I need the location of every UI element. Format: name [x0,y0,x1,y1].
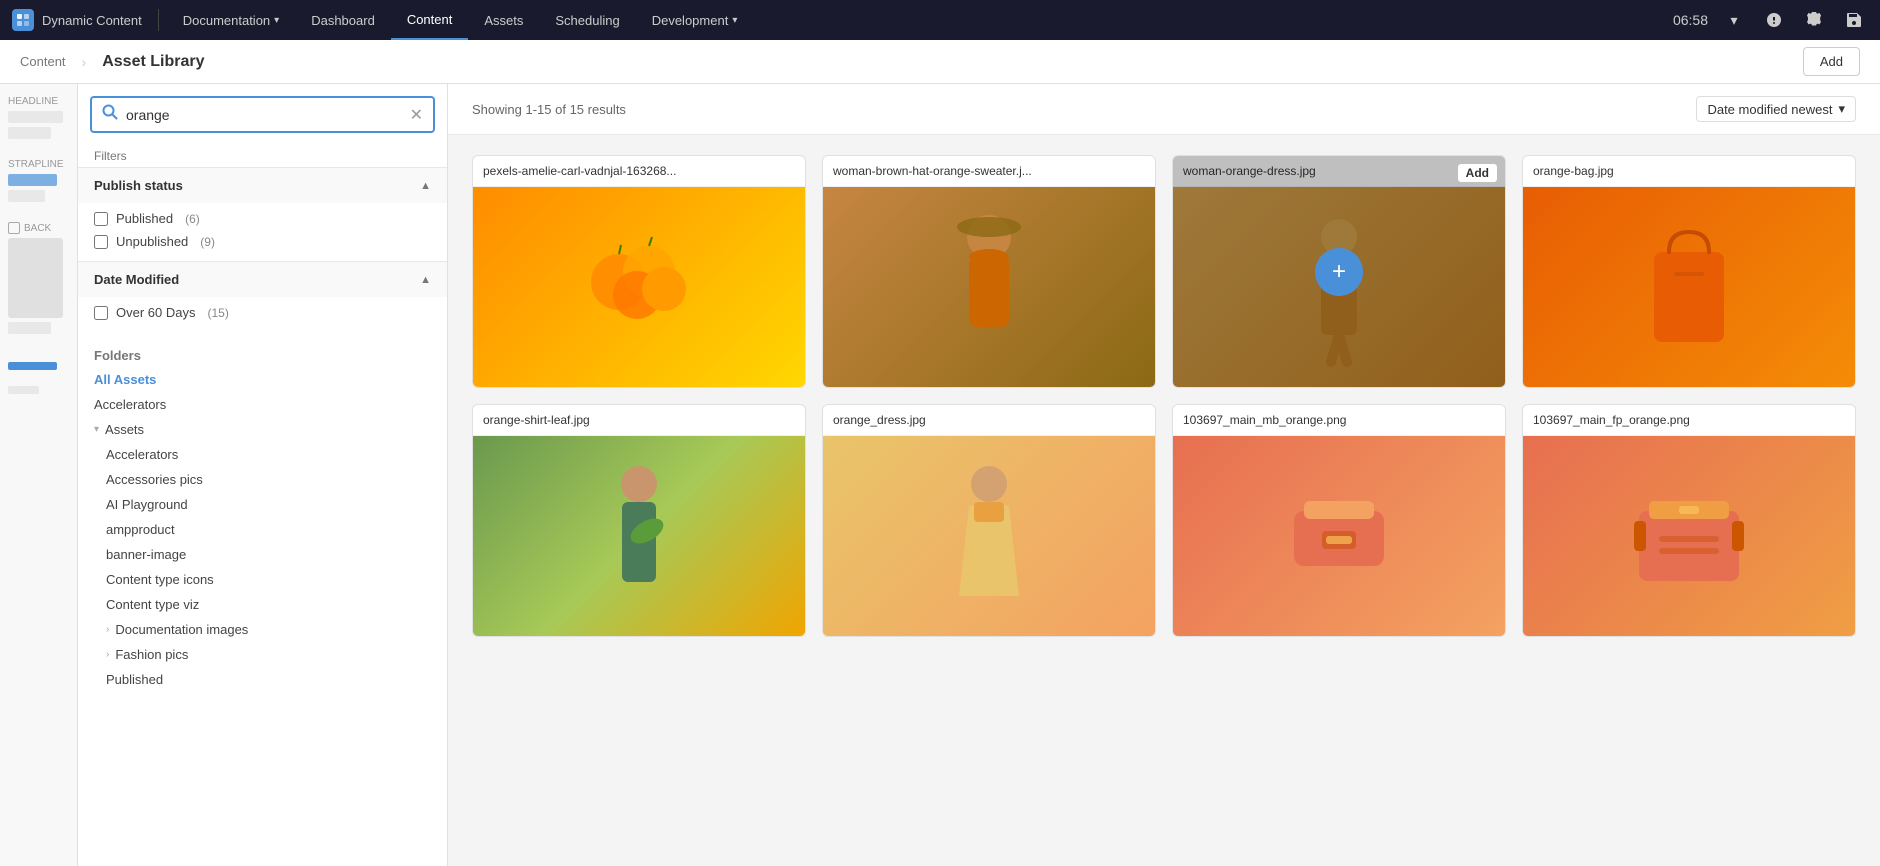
filters-label: Filters [78,141,447,167]
folder-accelerators-child[interactable]: Accelerators [78,442,447,467]
nav-content[interactable]: Content [391,0,469,40]
add-circle-icon: + [615,248,663,296]
folder-banner-image[interactable]: banner-image [78,542,447,567]
page-sidebar: Headline Strapline Back [0,84,78,866]
folder-content-type-icons[interactable]: Content type icons [78,567,447,592]
chevron-down-icon: ▾ [274,15,279,26]
add-circle-icon: + [965,497,1013,545]
content-header: Showing 1-15 of 15 results Date modified… [448,84,1880,135]
logo-icon [12,9,34,31]
folder-accelerators-top[interactable]: Accelerators [78,392,447,417]
folder-content-type-viz[interactable]: Content type viz [78,592,447,617]
search-input[interactable] [126,107,402,123]
published-label: Published [116,211,173,226]
search-wrapper: ✕ [78,84,447,141]
publish-status-title: Publish status [94,178,183,193]
chevron-right-icon: › [106,649,109,660]
asset-card[interactable]: 103697_main_fp_orange.png + [1522,404,1856,637]
search-icon [102,104,118,125]
filter-section-header-publish[interactable]: Publish status ▲ [78,168,447,203]
chevron-up-icon: ▲ [420,274,431,286]
folder-accessories-pics[interactable]: Accessories pics [78,467,447,492]
breadcrumb-content[interactable]: Content [20,54,66,69]
add-circle-icon: + [965,248,1013,296]
folder-ampproduct[interactable]: ampproduct [78,517,447,542]
chevron-up-icon: ▲ [420,180,431,192]
published-count: (6) [185,212,200,226]
date-modified-title: Date Modified [94,272,179,287]
nav-documentation[interactable]: Documentation ▾ [167,0,295,40]
chevron-down-icon: ▾ [732,15,737,26]
search-bar[interactable]: ✕ [90,96,435,133]
asset-card[interactable]: orange-shirt-leaf.jpg + [472,404,806,637]
add-button[interactable]: Add [1803,47,1860,76]
over-60-days-count: (15) [207,306,228,320]
add-circle-icon: + [1315,497,1363,545]
filter-section-publish-status: Publish status ▲ Published (6) Unpublish… [78,167,447,261]
folder-published[interactable]: Published [78,667,447,692]
chevron-down-icon: ▾ [1838,101,1845,117]
breadcrumb-separator: › [82,54,87,70]
unpublished-label: Unpublished [116,234,188,249]
assets-grid: pexels-amelie-carl-vadnjal-163268... + [448,135,1880,866]
chevron-down-icon: ▾ [94,424,99,435]
nav-assets[interactable]: Assets [468,0,539,40]
page-title: Asset Library [102,53,204,71]
chevron-down-icon[interactable]: ▾ [1720,6,1748,34]
unpublished-checkbox[interactable] [94,235,108,249]
sort-dropdown[interactable]: Date modified newest ▾ [1696,96,1856,122]
asset-card[interactable]: orange_dress.jpg + [822,404,1156,637]
nav-items: Documentation ▾ Dashboard Content Assets… [167,0,1673,40]
asset-card[interactable]: 103697_main_mb_orange.png + [1172,404,1506,637]
filter-panel: ✕ Filters Publish status ▲ Published (6)… [78,84,448,866]
filter-section-header-date[interactable]: Date Modified ▲ [78,262,447,297]
folder-fashion-pics[interactable]: › Fashion pics [78,642,447,667]
secondary-navigation: Content › Asset Library Add [0,40,1880,84]
filter-published[interactable]: Published (6) [94,207,431,230]
folders-title: Folders [78,340,447,367]
app-name: Dynamic Content [42,13,142,28]
current-time: 06:58 [1673,12,1708,28]
folder-all-assets[interactable]: All Assets [78,367,447,392]
help-icon[interactable] [1760,6,1788,34]
folder-assets[interactable]: ▾ Assets [78,417,447,442]
asset-card[interactable]: pexels-amelie-carl-vadnjal-163268... + [472,155,806,388]
save-icon[interactable] [1840,6,1868,34]
asset-card[interactable]: orange-bag.jpg + [1522,155,1856,388]
nav-development[interactable]: Development ▾ [636,0,754,40]
add-circle-icon: + [615,497,663,545]
filter-over-60-days[interactable]: Over 60 Days (15) [94,301,431,324]
add-circle-icon: + [1665,497,1713,545]
asset-card[interactable]: woman-brown-hat-orange-sweater.j... + [822,155,1156,388]
add-circle-icon: + [1665,248,1713,296]
asset-card[interactable]: woman-orange-dress.jpg Add + [1172,155,1506,388]
over-60-days-checkbox[interactable] [94,306,108,320]
add-overlay: Add + [1173,156,1505,387]
content-area: Showing 1-15 of 15 results Date modified… [448,84,1880,866]
app-logo[interactable]: Dynamic Content [12,9,159,31]
nav-scheduling[interactable]: Scheduling [539,0,635,40]
add-button-wrapper: Add [1803,47,1860,76]
collapse-icon[interactable] [8,222,20,234]
publish-status-body: Published (6) Unpublished (9) [78,203,447,261]
showing-text: Showing 1-15 of 15 results [472,102,626,117]
published-checkbox[interactable] [94,212,108,226]
folder-documentation-images[interactable]: › Documentation images [78,617,447,642]
filter-section-date-modified: Date Modified ▲ Over 60 Days (15) [78,261,447,332]
chevron-right-icon: › [106,624,109,635]
clear-icon[interactable]: ✕ [410,105,423,125]
folder-ai-playground[interactable]: AI Playground [78,492,447,517]
filter-unpublished[interactable]: Unpublished (9) [94,230,431,253]
unpublished-count: (9) [200,235,215,249]
top-navigation: Dynamic Content Documentation ▾ Dashboar… [0,0,1880,40]
add-circle-icon[interactable]: + [1315,248,1363,296]
top-nav-right: 06:58 ▾ [1673,6,1868,34]
over-60-days-label: Over 60 Days [116,305,195,320]
main-layout: Headline Strapline Back [0,84,1880,866]
nav-dashboard[interactable]: Dashboard [295,0,391,40]
date-modified-body: Over 60 Days (15) [78,297,447,332]
settings-icon[interactable] [1800,6,1828,34]
add-label: Add [1458,164,1497,182]
folders-section: Folders All Assets Accelerators ▾ Assets… [78,332,447,700]
